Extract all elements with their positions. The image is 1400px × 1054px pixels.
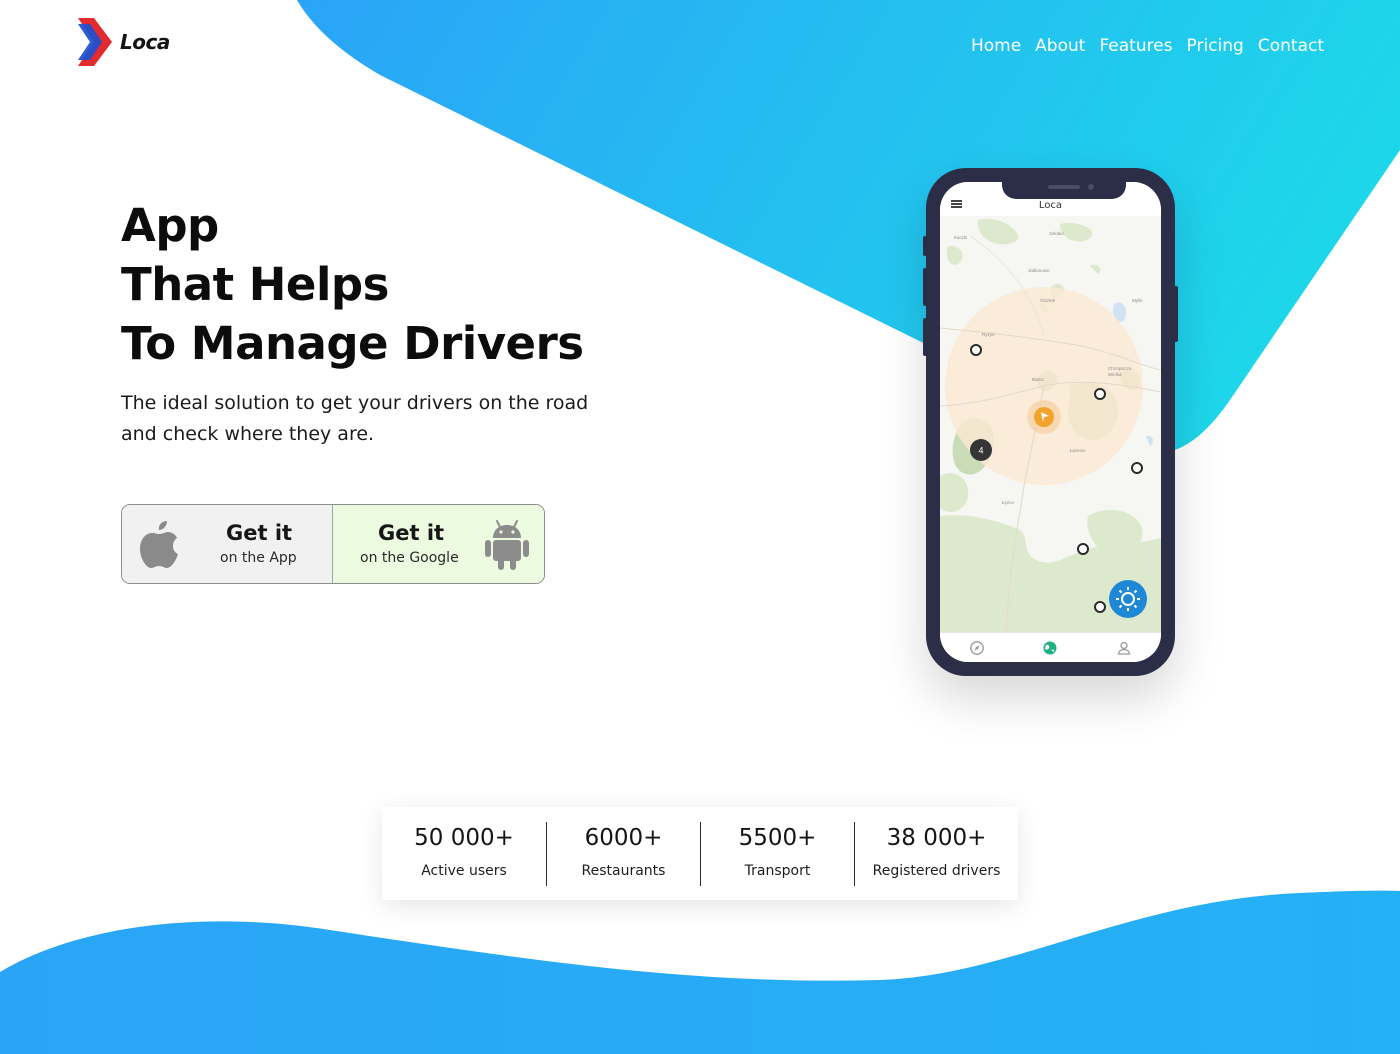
- main-nav: Home About Features Pricing Contact: [971, 36, 1324, 56]
- profile-icon[interactable]: [1116, 640, 1132, 656]
- apple-icon: [140, 521, 178, 568]
- nav-contact[interactable]: Contact: [1258, 36, 1324, 56]
- app-title: Loca: [1038, 200, 1063, 211]
- phone-side-button: [923, 236, 927, 256]
- svg-text:Jabłonowo: Jabłonowo: [1028, 268, 1050, 273]
- phone-mockup: Loca Kaczki Szłobie Jabłonowo Olsztek My…: [923, 168, 1178, 676]
- phone-volume-down-button: [923, 318, 927, 356]
- stats-bar: 50 000+ Active users 6000+ Restaurants 5…: [382, 807, 1018, 900]
- stat-value: 38 000+: [886, 825, 987, 851]
- svg-text:Łężce: Łężce: [1002, 500, 1015, 505]
- phone-volume-up-button: [923, 268, 927, 306]
- stat-registered-drivers: 38 000+ Registered drivers: [855, 807, 1018, 900]
- phone-screen: Loca Kaczki Szłobie Jabłonowo Olsztek My…: [940, 182, 1161, 662]
- bottom-wave: [0, 890, 1400, 1054]
- google-play-button[interactable]: Get it on the Google: [333, 505, 544, 583]
- svg-text:Szłobie: Szłobie: [1049, 231, 1064, 236]
- app-store-subtitle: on the App: [220, 550, 297, 566]
- stat-transport: 5500+ Transport: [701, 807, 854, 900]
- phone-speaker: [1048, 185, 1080, 189]
- map-view[interactable]: Kaczki Szłobie Jabłonowo Olsztek Mylin R…: [940, 216, 1161, 632]
- svg-text:Mylin: Mylin: [1132, 298, 1143, 303]
- google-play-title: Get it: [378, 521, 445, 545]
- current-location-marker[interactable]: [1027, 400, 1061, 434]
- app-store-button[interactable]: Get it on the App: [122, 505, 333, 583]
- svg-text:Bialcz: Bialcz: [1032, 377, 1045, 382]
- stat-label: Transport: [744, 863, 811, 879]
- android-icon: [485, 520, 529, 570]
- hero-subtitle: The ideal solution to get your drivers o…: [121, 392, 589, 445]
- bottom-tab-bar: [940, 632, 1161, 662]
- brand-logo[interactable]: Loca: [76, 18, 170, 66]
- app-store-title: Get it: [226, 521, 293, 545]
- brand-name: Loca: [120, 30, 170, 54]
- driver-marker[interactable]: [1094, 388, 1106, 400]
- stat-value: 6000+: [584, 825, 663, 851]
- nav-about[interactable]: About: [1035, 36, 1085, 56]
- hero-title-line-1: App: [121, 199, 219, 252]
- hero-title-line-3: To Manage Drivers: [121, 317, 584, 370]
- google-play-subtitle: on the Google: [360, 550, 459, 566]
- compass-icon[interactable]: [969, 640, 985, 656]
- svg-text:Łężecin: Łężecin: [1070, 448, 1086, 453]
- driver-marker[interactable]: [970, 344, 982, 356]
- settings-fab[interactable]: [1108, 579, 1148, 619]
- stat-active-users: 50 000+ Active users: [382, 807, 546, 900]
- stat-restaurants: 6000+ Restaurants: [547, 807, 700, 900]
- store-buttons: Get it on the App Get it on the Google: [121, 504, 545, 584]
- logo-chevron-icon: [78, 18, 112, 66]
- nav-pricing[interactable]: Pricing: [1187, 36, 1244, 56]
- phone-camera: [1088, 184, 1094, 190]
- phone-notch: [1002, 182, 1126, 199]
- driver-marker[interactable]: [1077, 543, 1089, 555]
- nav-features[interactable]: Features: [1099, 36, 1172, 56]
- driver-marker[interactable]: [1131, 462, 1143, 474]
- stat-value: 5500+: [738, 825, 817, 851]
- cluster-count: 4: [978, 446, 983, 456]
- driver-marker[interactable]: [1094, 601, 1106, 613]
- stat-label: Registered drivers: [872, 863, 1001, 879]
- nav-home[interactable]: Home: [971, 36, 1021, 56]
- svg-text:Kaczki: Kaczki: [954, 235, 967, 240]
- svg-text:Ryżyn: Ryżyn: [982, 332, 995, 337]
- svg-text:Chrząszczu: Chrząszczu: [1108, 366, 1132, 371]
- hero-title-line-2: That Helps: [121, 258, 389, 311]
- hero-title: App That Helps To Manage Drivers: [121, 196, 681, 373]
- svg-text:Wielka: Wielka: [1108, 372, 1122, 377]
- svg-text:Olsztek: Olsztek: [1040, 298, 1056, 303]
- phone-power-button: [1174, 286, 1178, 342]
- map-icon[interactable]: [1042, 640, 1058, 656]
- stat-label: Restaurants: [581, 863, 666, 879]
- driver-cluster-marker[interactable]: 4: [970, 439, 992, 461]
- stat-label: Active users: [421, 863, 507, 879]
- stat-value: 50 000+: [414, 825, 514, 851]
